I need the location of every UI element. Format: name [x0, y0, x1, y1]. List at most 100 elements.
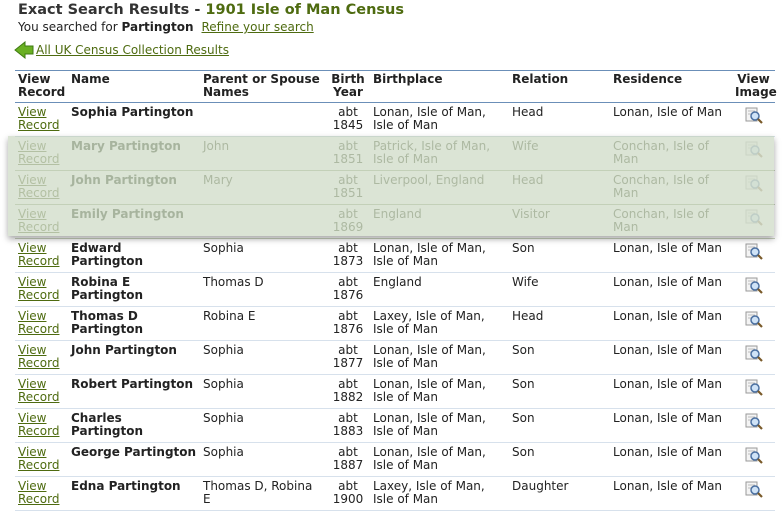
view-record-link[interactable]: View Record: [18, 411, 59, 438]
relation: Son: [509, 238, 610, 273]
view-image-cell: [732, 374, 775, 409]
birthplace: Lonan, Isle of Man, Isle of Man: [370, 340, 509, 375]
view-record-link[interactable]: View Record: [18, 343, 59, 370]
birthplace: England: [370, 272, 509, 307]
person-name: George Partington: [68, 442, 200, 477]
residence: Conchan, Isle of Man: [610, 170, 732, 205]
residence: Lonan, Isle of Man: [610, 272, 732, 307]
magnifier-icon[interactable]: [745, 344, 763, 362]
parent-spouse-names: Thomas D, Robina E: [200, 476, 326, 511]
person-name: Emily Partington: [68, 204, 200, 239]
view-image-cell: [732, 442, 775, 477]
view-record-cell: View Record: [15, 306, 68, 341]
table-row: View Record Charles Partington Sophia abt 1…: [15, 408, 775, 443]
magnifier-icon[interactable]: [745, 446, 763, 464]
person-name: John Partington: [68, 340, 200, 375]
col-header-view-record: View Record: [15, 70, 68, 103]
residence: Lonan, Isle of Man: [610, 442, 732, 477]
refine-search-link[interactable]: Refine your search: [202, 20, 314, 34]
birth-year: abt 1900: [326, 476, 370, 511]
relation: Son: [509, 442, 610, 477]
view-record-cell: View Record: [15, 340, 68, 375]
view-record-link[interactable]: View Record: [18, 207, 59, 234]
table-row: View Record John Partington Mary abt 1851 Li…: [15, 170, 775, 205]
birth-year: abt 1876: [326, 272, 370, 307]
birth-year: abt 1887: [326, 442, 370, 477]
view-record-link[interactable]: View Record: [18, 377, 59, 404]
magnifier-icon[interactable]: [745, 140, 763, 158]
col-header-birth-year: Birth Year: [326, 70, 370, 103]
view-record-link[interactable]: View Record: [18, 275, 59, 302]
view-record-link[interactable]: View Record: [18, 139, 59, 166]
relation: Head: [509, 306, 610, 341]
birthplace: Laxey, Isle of Man, Isle of Man: [370, 306, 509, 341]
view-record-link[interactable]: View Record: [18, 479, 59, 506]
birthplace: Lonan, Isle of Man, Isle of Man: [370, 238, 509, 273]
relation: Wife: [509, 136, 610, 171]
relation: Son: [509, 374, 610, 409]
parent-spouse-names: Sophia: [200, 442, 326, 477]
residence: Conchan, Isle of Man: [610, 204, 732, 239]
person-name: Robina E Partington: [68, 272, 200, 307]
person-name: Robert Partington: [68, 374, 200, 409]
table-row: View Record Thomas D Partington Robina Eab…: [15, 306, 775, 341]
person-name: Edna Partington: [68, 476, 200, 511]
view-image-cell: [732, 136, 775, 171]
birth-year: abt 1877: [326, 340, 370, 375]
view-record-cell: View Record: [15, 170, 68, 205]
col-header-view-image: View Image: [732, 70, 777, 103]
view-record-cell: View Record: [15, 272, 68, 307]
all-uk-census-results-link[interactable]: All UK Census Collection Results: [36, 43, 229, 57]
birth-year: abt 1869: [326, 204, 370, 239]
view-image-cell: [732, 170, 775, 205]
magnifier-icon[interactable]: [745, 276, 763, 294]
parent-spouse-names: Sophia: [200, 408, 326, 443]
birth-year: abt 1845: [326, 102, 370, 137]
relation: Head: [509, 170, 610, 205]
magnifier-icon[interactable]: [745, 412, 763, 430]
green-left-arrow-icon[interactable]: [14, 41, 34, 59]
view-record-link[interactable]: View Record: [18, 173, 59, 200]
birthplace: Lonan, Isle of Man, Isle of Man: [370, 408, 509, 443]
table-row: View Record Robert Partington Sophia abt 18…: [15, 374, 775, 409]
col-header-relation: Relation: [509, 70, 610, 103]
view-record-link[interactable]: View Record: [18, 105, 59, 132]
view-record-cell: View Record: [15, 374, 68, 409]
relation: Son: [509, 340, 610, 375]
birthplace: Patrick, Isle of Man, Isle of Man: [370, 136, 509, 171]
person-name: Sophia Partington: [68, 102, 200, 137]
magnifier-icon[interactable]: [745, 174, 763, 192]
person-name: Edward Partington: [68, 238, 200, 273]
results-table: View Record Name Parent or Spouse Names …: [15, 70, 777, 511]
view-record-link[interactable]: View Record: [18, 241, 59, 268]
birthplace: Lonan, Isle of Man, Isle of Man: [370, 102, 509, 137]
col-header-residence: Residence: [610, 70, 732, 103]
view-record-cell: View Record: [15, 476, 68, 511]
birthplace: Liverpool, England: [370, 170, 509, 205]
parent-spouse-names: Sophia: [200, 238, 326, 273]
magnifier-icon[interactable]: [745, 310, 763, 328]
view-record-link[interactable]: View Record: [18, 309, 59, 336]
view-image-cell: [732, 204, 775, 239]
magnifier-icon[interactable]: [745, 378, 763, 396]
parent-spouse-names: John: [200, 136, 326, 171]
residence: Lonan, Isle of Man: [610, 340, 732, 375]
birth-year: abt 1873: [326, 238, 370, 273]
magnifier-icon[interactable]: [745, 242, 763, 260]
view-record-link[interactable]: View Record: [18, 445, 59, 472]
view-record-cell: View Record: [15, 442, 68, 477]
relation: Daughter: [509, 476, 610, 511]
residence: Lonan, Isle of Man: [610, 102, 732, 137]
view-image-cell: [732, 238, 775, 273]
magnifier-icon[interactable]: [745, 106, 763, 124]
relation: Son: [509, 408, 610, 443]
database-name: 1901 Isle of Man Census: [205, 2, 404, 18]
searched-prefix: You searched for: [18, 20, 122, 34]
magnifier-icon[interactable]: [745, 208, 763, 226]
table-row: View Record Sophia Partington abt 1845 Lona…: [15, 102, 775, 137]
magnifier-icon[interactable]: [745, 480, 763, 498]
table-row: View Record Robina E Partington Thomas Dab…: [15, 272, 775, 307]
view-record-cell: View Record: [15, 408, 68, 443]
col-header-parent-spouse: Parent or Spouse Names: [200, 70, 326, 103]
search-summary: You searched for Partington Refine your s…: [18, 20, 314, 34]
